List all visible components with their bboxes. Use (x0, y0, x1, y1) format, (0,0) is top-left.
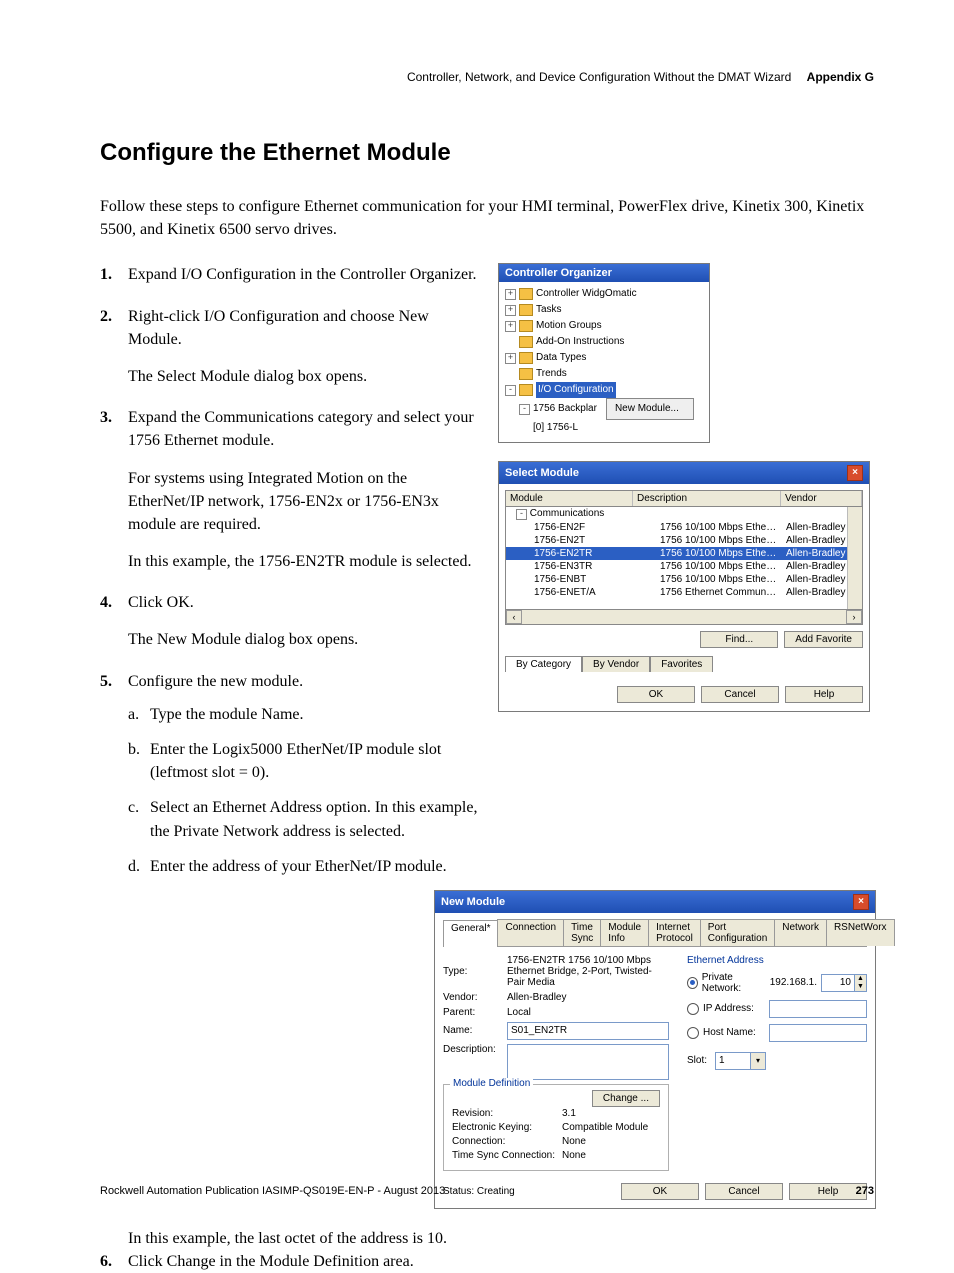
new-module-tab[interactable]: Time Sync (563, 919, 601, 946)
step-5b: Enter the Logix5000 EtherNet/IP module s… (128, 738, 480, 784)
folder-icon (519, 288, 533, 300)
context-menu-new-module[interactable]: New Module... (606, 398, 694, 420)
new-module-tab[interactable]: Internet Protocol (648, 919, 701, 946)
close-icon[interactable]: × (853, 894, 869, 910)
organizer-titlebar: Controller Organizer (499, 264, 709, 282)
step-5: Configure the new module. Type the modul… (100, 670, 480, 878)
module-row[interactable]: 1756-EN2T1756 10/100 Mbps Ethernet Bridg… (506, 534, 862, 547)
page-footer: Rockwell Automation Publication IASIMP-Q… (100, 1185, 874, 1197)
slot-select[interactable]: 1▾ (715, 1052, 766, 1070)
tab-by-category[interactable]: By Category (505, 656, 582, 672)
step-5d: Enter the address of your EtherNet/IP mo… (128, 855, 480, 878)
host-name-input[interactable] (769, 1024, 867, 1042)
expand-icon[interactable]: + (505, 305, 516, 316)
ethernet-address-label: Ethernet Address (687, 955, 867, 966)
ip-address-radio[interactable]: IP Address: (687, 1000, 867, 1018)
new-module-dialog: New Module × General*ConnectionTime Sync… (434, 890, 876, 1209)
new-module-tab[interactable]: General* (443, 920, 498, 947)
appendix-label: Appendix G (807, 70, 874, 84)
expand-icon[interactable]: + (505, 353, 516, 364)
change-button[interactable]: Change ... (592, 1090, 660, 1107)
page-number: 273 (856, 1185, 874, 1197)
step-1: Expand I/O Configuration in the Controll… (100, 263, 480, 286)
folder-icon (519, 384, 533, 396)
collapse-icon[interactable]: - (519, 404, 530, 415)
module-row[interactable]: 1756-EN2F1756 10/100 Mbps Ethernet Bridg… (506, 521, 862, 534)
page-title: Configure the Ethernet Module (100, 139, 874, 167)
cancel-button[interactable]: Cancel (701, 686, 779, 703)
new-module-tab[interactable]: RSNetWorx (826, 919, 895, 946)
find-button[interactable]: Find... (700, 631, 778, 648)
folder-icon (519, 368, 533, 380)
chapter-title: Controller, Network, and Device Configur… (407, 70, 791, 84)
module-row[interactable]: 1756-EN3TR1756 10/100 Mbps Ethernet Brid… (506, 560, 862, 573)
step-5c: Select an Ethernet Address option. In th… (128, 796, 480, 842)
step-2: Right-click I/O Configuration and choose… (100, 305, 480, 389)
close-icon[interactable]: × (847, 465, 863, 481)
step-6: Click Change in the Module Definition ar… (100, 1250, 874, 1273)
new-module-tab[interactable]: Connection (497, 919, 564, 946)
folder-icon (519, 336, 533, 348)
step-4: Click OK. The New Module dialog box open… (100, 591, 480, 651)
module-list-header: Module Description Vendor (506, 491, 862, 507)
folder-icon (519, 320, 533, 332)
spin-up-icon[interactable]: ▲ (854, 975, 866, 983)
step-5a: Type the module Name. (128, 703, 480, 726)
example-note: In this example, the last octet of the a… (128, 1227, 874, 1250)
chevron-down-icon[interactable]: ▾ (750, 1053, 765, 1069)
scroll-left-icon[interactable]: ‹ (506, 610, 522, 624)
folder-icon (519, 352, 533, 364)
private-network-octet-input[interactable]: 10▲▼ (821, 974, 867, 992)
select-module-titlebar: Select Module × (499, 462, 869, 484)
new-module-tab[interactable]: Module Info (600, 919, 649, 946)
module-list-rows[interactable]: - Communications 1756-EN2F1756 10/100 Mb… (506, 507, 862, 609)
vertical-scrollbar[interactable] (847, 507, 862, 609)
new-module-tabs: General*ConnectionTime SyncModule InfoIn… (443, 919, 867, 947)
controller-organizer-panel: Controller Organizer +Controller WidgOma… (498, 263, 710, 443)
module-row[interactable]: 1756-EN2TR1756 10/100 Mbps Ethernet Brid… (506, 547, 862, 560)
scroll-right-icon[interactable]: › (846, 610, 862, 624)
expand-icon[interactable]: + (505, 289, 516, 300)
new-module-tab[interactable]: Port Configuration (700, 919, 775, 946)
intro-paragraph: Follow these steps to configure Ethernet… (100, 195, 874, 241)
module-row[interactable]: 1756-ENET/A1756 Ethernet Communication I… (506, 586, 862, 599)
collapse-icon[interactable]: - (516, 509, 527, 520)
description-input[interactable] (507, 1044, 669, 1080)
organizer-tree[interactable]: +Controller WidgOmatic +Tasks +Motion Gr… (499, 282, 709, 442)
tab-by-vendor[interactable]: By Vendor (582, 656, 650, 672)
help-button[interactable]: Help (785, 686, 863, 703)
name-input[interactable]: S01_EN2TR (507, 1022, 669, 1040)
add-favorite-button[interactable]: Add Favorite (784, 631, 863, 648)
type-value: 1756-EN2TR 1756 10/100 Mbps Ethernet Bri… (507, 955, 669, 988)
tab-favorites[interactable]: Favorites (650, 656, 713, 672)
private-network-radio[interactable]: Private Network: 192.168.1. 10▲▼ (687, 972, 867, 994)
parent-value: Local (507, 1007, 531, 1018)
folder-icon (519, 304, 533, 316)
running-header: Controller, Network, and Device Configur… (100, 70, 874, 84)
module-list: Module Description Vendor - Communicatio… (505, 490, 863, 610)
horizontal-scrollbar[interactable]: ‹› (505, 610, 863, 625)
ok-button[interactable]: OK (617, 686, 695, 703)
new-module-tab[interactable]: Network (774, 919, 827, 946)
collapse-icon[interactable]: - (505, 385, 516, 396)
ip-address-input[interactable] (769, 1000, 867, 1018)
step-3: Expand the Communications category and s… (100, 406, 480, 573)
vendor-value: Allen-Bradley (507, 992, 566, 1003)
io-configuration-node[interactable]: I/O Configuration (536, 382, 616, 398)
host-name-radio[interactable]: Host Name: (687, 1024, 867, 1042)
select-module-dialog: Select Module × Module Description Vendo… (498, 461, 870, 712)
module-definition-group: Module Definition Change ... Revision:3.… (443, 1084, 669, 1171)
spin-down-icon[interactable]: ▼ (854, 983, 866, 991)
expand-icon[interactable]: + (505, 321, 516, 332)
module-row[interactable]: 1756-ENBT1756 10/100 Mbps Ethernet Bridg… (506, 573, 862, 586)
publication-id: Rockwell Automation Publication IASIMP-Q… (100, 1185, 445, 1197)
